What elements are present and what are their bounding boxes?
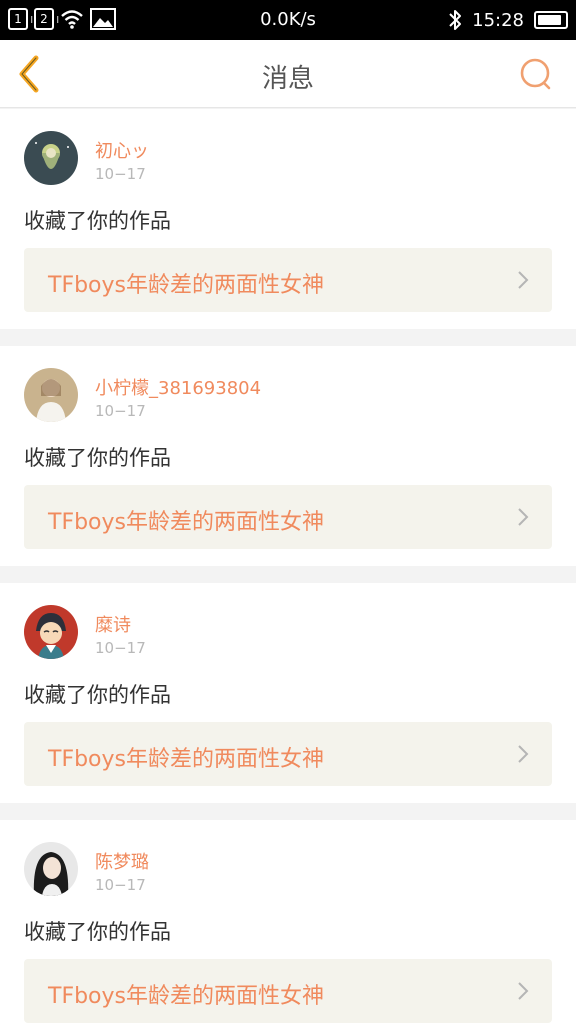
work-link[interactable]: TFboys年龄差的两面性女神 xyxy=(24,248,552,312)
username[interactable]: 糜诗 xyxy=(95,611,131,637)
status-icons-right: 15:28 xyxy=(448,8,568,32)
message-card: 糜诗 10−17 收藏了你的作品 TFboys年龄差的两面性女神 xyxy=(0,583,576,803)
avatar[interactable] xyxy=(24,131,78,185)
action-text: 收藏了你的作品 xyxy=(24,683,171,707)
status-bar: 1l 2l 0.0K/s 15:28 xyxy=(0,0,576,40)
work-title: TFboys年龄差的两面性女神 xyxy=(48,747,324,772)
message-date: 10−17 xyxy=(95,165,146,183)
action-text: 收藏了你的作品 xyxy=(24,209,171,233)
chevron-right-icon xyxy=(518,745,529,763)
action-text: 收藏了你的作品 xyxy=(24,920,171,944)
message-date: 10−17 xyxy=(95,876,146,894)
action-text: 收藏了你的作品 xyxy=(24,446,171,470)
username[interactable]: 初心ッ xyxy=(95,137,149,163)
work-link[interactable]: TFboys年龄差的两面性女神 xyxy=(24,485,552,549)
message-card: 初心ッ 10−17 收藏了你的作品 TFboys年龄差的两面性女神 xyxy=(0,109,576,329)
work-link[interactable]: TFboys年龄差的两面性女神 xyxy=(24,722,552,786)
work-link[interactable]: TFboys年龄差的两面性女神 xyxy=(24,959,552,1023)
avatar[interactable] xyxy=(24,368,78,422)
page-title: 消息 xyxy=(261,64,314,94)
work-title: TFboys年龄差的两面性女神 xyxy=(48,273,324,298)
chevron-right-icon xyxy=(518,508,529,526)
message-list: 初心ッ 10−17 收藏了你的作品 TFboys年龄差的两面性女神 小柠檬_38… xyxy=(0,109,576,1024)
chevron-right-icon xyxy=(518,982,529,1000)
clock: 15:28 xyxy=(472,9,524,31)
bluetooth-icon xyxy=(449,10,462,30)
username[interactable]: 陈梦璐 xyxy=(95,848,149,874)
username[interactable]: 小柠檬_381693804 xyxy=(95,374,261,400)
message-date: 10−17 xyxy=(95,402,146,420)
avatar[interactable] xyxy=(24,842,78,896)
message-card: 陈梦璐 10−17 收藏了你的作品 TFboys年龄差的两面性女神 xyxy=(0,820,576,1024)
message-card: 小柠檬_381693804 10−17 收藏了你的作品 TFboys年龄差的两面… xyxy=(0,346,576,566)
message-date: 10−17 xyxy=(95,639,146,657)
battery-icon xyxy=(534,11,568,29)
search-icon[interactable] xyxy=(518,56,554,92)
nav-bar: 消息 xyxy=(0,40,576,108)
avatar[interactable] xyxy=(24,605,78,659)
chevron-right-icon xyxy=(518,271,529,289)
work-title: TFboys年龄差的两面性女神 xyxy=(48,984,324,1009)
battery-level xyxy=(538,15,562,25)
work-title: TFboys年龄差的两面性女神 xyxy=(48,510,324,535)
